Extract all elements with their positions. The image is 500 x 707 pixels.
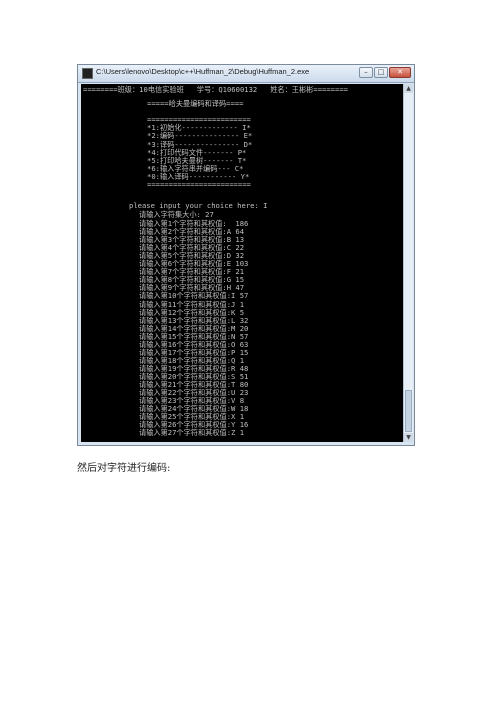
window-controls: – □ ✕ [359,67,411,79]
scroll-down-icon[interactable]: ▼ [404,433,413,442]
title-bar[interactable]: C:\Users\lenovo\Desktop\c++\Huffman_2\De… [78,65,414,83]
input-entry-line: 请输入第27个字符和其权值:Z 1 [139,428,245,438]
minimize-button[interactable]: – [359,67,373,78]
menu-line: =====哈夫曼编码和译码==== [147,99,244,108]
choice-prompt-line: please input your choice here: I [129,201,268,210]
caption-text: 然后对字符进行编码: [77,463,171,474]
console-window: C:\Users\lenovo\Desktop\c++\Huffman_2\De… [77,64,415,446]
console-app-icon [82,68,93,79]
scroll-thumb[interactable] [405,390,412,432]
maximize-button[interactable]: □ [374,67,388,78]
header-line: ========班级：10电信实验班 学号：Q10600132 姓名：王彬彬==… [83,85,348,94]
menu-line: ======================== [147,180,251,189]
charset-size-line: 请输入字符集大小: 27 [139,210,214,219]
console-output[interactable]: ========班级：10电信实验班 学号：Q10600132 姓名：王彬彬==… [81,84,403,442]
scroll-up-icon[interactable]: ▲ [404,84,413,93]
vertical-scrollbar[interactable]: ▲ ▼ [403,84,413,442]
close-button[interactable]: ✕ [389,67,411,78]
window-title: C:\Users\lenovo\Desktop\c++\Huffman_2\De… [96,67,310,76]
